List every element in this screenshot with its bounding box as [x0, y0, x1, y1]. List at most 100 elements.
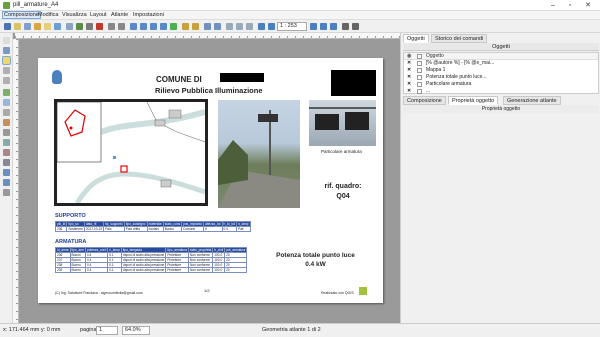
add-html-icon[interactable] — [3, 189, 10, 196]
menu-visualizza[interactable]: Visualizza — [62, 12, 87, 18]
load-template-icon[interactable] — [44, 23, 51, 30]
tab-oggetti[interactable]: Oggetti — [403, 34, 429, 43]
fixture-photo[interactable] — [309, 100, 376, 146]
horizontal-ruler[interactable] — [15, 33, 400, 39]
minimize-button[interactable]: – — [545, 1, 561, 10]
menu-modifica[interactable]: Modifica — [38, 12, 58, 18]
qgis-logo[interactable] — [359, 287, 367, 295]
map-item[interactable] — [54, 99, 208, 206]
zoom-out-icon[interactable] — [160, 23, 167, 30]
list-item[interactable]: ✕ [% @autore %] - [% @e_mai... — [404, 60, 598, 67]
add-table-icon[interactable] — [3, 169, 10, 176]
pan-icon[interactable] — [3, 37, 10, 44]
add-legend-icon[interactable] — [3, 119, 10, 126]
vertical-ruler[interactable] — [13, 39, 19, 323]
tab-proprieta-oggetto[interactable]: Proprietà oggetto — [448, 96, 499, 105]
atlas-first-icon[interactable] — [268, 23, 275, 30]
menu-impostazioni[interactable]: Impostazioni — [133, 12, 164, 18]
save-icon[interactable] — [4, 23, 11, 30]
export-image-icon[interactable] — [76, 23, 83, 30]
zoom-select[interactable]: 1 : 253 — [277, 22, 307, 31]
new-composer-icon[interactable] — [14, 23, 21, 30]
add-scalebar-icon[interactable] — [3, 129, 10, 136]
add-shape-icon[interactable] — [3, 139, 10, 146]
lock-checkbox[interactable] — [417, 61, 422, 66]
close-button[interactable]: ✕ — [580, 1, 596, 10]
tab-generazione-atlante[interactable]: Generazione atlante — [503, 96, 561, 105]
select-move-icon[interactable] — [2, 56, 11, 65]
visibility-checkbox-icon[interactable]: ✕ — [407, 60, 411, 67]
save-template-icon[interactable] — [54, 23, 61, 30]
zoom-100-icon[interactable] — [140, 23, 147, 30]
subtitle-label[interactable]: Rilievo Pubblica Illuminazione — [155, 86, 263, 95]
lock-checkbox[interactable] — [417, 89, 422, 94]
undo-icon[interactable] — [108, 23, 115, 30]
export-svg-icon[interactable] — [86, 23, 93, 30]
page-number[interactable]: 1/2 — [204, 288, 210, 293]
ungroup-icon[interactable] — [214, 23, 221, 30]
move-content-icon[interactable] — [3, 67, 10, 74]
list-item[interactable]: ✕ Particolare armatura — [404, 81, 598, 88]
photo-caption[interactable]: Particolare armatura — [321, 149, 362, 154]
menu-composizione[interactable]: Composizione — [2, 11, 41, 19]
atlas-print-icon[interactable] — [342, 23, 349, 30]
list-item[interactable]: ✕ Mappa 1 — [404, 67, 598, 74]
footer-credits[interactable]: (C) Ing. Salvatore Fiandaca - sigeocoinf… — [55, 291, 143, 295]
atlas-prev-icon[interactable] — [310, 23, 317, 30]
armatura-title[interactable]: ARMATURA — [55, 239, 86, 245]
lock-checkbox[interactable] — [417, 75, 422, 80]
edit-nodes-icon[interactable] — [3, 77, 10, 84]
layout-page[interactable]: COMUNE DI Rilievo Pubblica Illuminazione — [38, 58, 383, 303]
supporto-title[interactable]: SUPPORTO — [55, 213, 86, 219]
items-list[interactable]: ◉ Oggetto ✕ [% @autore %] - [% @e_mai...… — [403, 52, 599, 94]
add-attribute-table-icon[interactable] — [3, 179, 10, 186]
list-item[interactable]: ✕ Potenza totale punto luce... — [404, 74, 598, 81]
lock-checkbox[interactable] — [417, 82, 422, 87]
lock-checkbox[interactable] — [417, 68, 422, 73]
menu-atlante[interactable]: Atlante — [111, 12, 128, 18]
redo-icon[interactable] — [118, 23, 125, 30]
atlas-next-icon[interactable] — [320, 23, 327, 30]
unlock-icon[interactable] — [192, 23, 199, 30]
zoom-tool-icon[interactable] — [3, 47, 10, 54]
export-pdf-icon[interactable] — [96, 23, 103, 30]
menu-layout[interactable]: Layout — [90, 12, 107, 18]
quadro-label[interactable]: rif. quadro: Q04 — [317, 182, 369, 202]
atlas-export-icon[interactable] — [352, 23, 359, 30]
visibility-checkbox-icon[interactable]: ✕ — [407, 88, 411, 95]
add-arrow-icon[interactable] — [3, 149, 10, 156]
print-icon[interactable] — [66, 23, 73, 30]
group-icon[interactable] — [204, 23, 211, 30]
duplicate-icon[interactable] — [24, 23, 31, 30]
list-item[interactable]: ✕ ... — [404, 88, 598, 95]
armatura-table[interactable]: id_arma tipo_arm potenza_cord n_lamp tip… — [55, 247, 248, 273]
tab-composizione[interactable]: Composizione — [403, 96, 446, 105]
page-spinbox[interactable]: 1 — [96, 326, 118, 335]
composer-manager-icon[interactable] — [34, 23, 41, 30]
zoom-combobox[interactable]: 64.0% — [122, 326, 150, 335]
refresh-icon[interactable] — [170, 23, 177, 30]
add-map-icon[interactable] — [3, 89, 10, 96]
visibility-checkbox-icon[interactable]: ✕ — [407, 81, 411, 88]
visibility-checkbox-icon[interactable]: ✕ — [407, 74, 411, 81]
potenza-label[interactable]: Potenza totale punto luce 0.4 kW — [263, 251, 368, 269]
zoom-full-icon[interactable] — [130, 23, 137, 30]
tab-storico[interactable]: Storico dei comandi — [431, 34, 488, 43]
supporto-table[interactable]: pkl_id tipo_so data_ril tip_supporto tip… — [54, 221, 251, 232]
comune-label[interactable]: COMUNE DI — [156, 75, 202, 84]
zoom-in-icon[interactable] — [150, 23, 157, 30]
add-image-icon[interactable] — [3, 99, 10, 106]
add-node-item-icon[interactable] — [3, 159, 10, 166]
atlas-preview-icon[interactable] — [258, 23, 265, 30]
raise-icon[interactable] — [226, 23, 233, 30]
realizzato-label[interactable]: Realizzato con QGIS — [321, 291, 354, 295]
maximize-button[interactable]: ▫ — [562, 1, 578, 10]
pole-photo[interactable] — [218, 100, 300, 208]
add-label-icon[interactable] — [3, 109, 10, 116]
align-left-icon[interactable] — [236, 23, 243, 30]
distribute-icon[interactable] — [246, 23, 253, 30]
lock-icon[interactable] — [182, 23, 189, 30]
atlas-last-icon[interactable] — [330, 23, 337, 30]
visibility-checkbox-icon[interactable]: ✕ — [407, 67, 411, 74]
municipality-logo[interactable] — [52, 70, 62, 84]
